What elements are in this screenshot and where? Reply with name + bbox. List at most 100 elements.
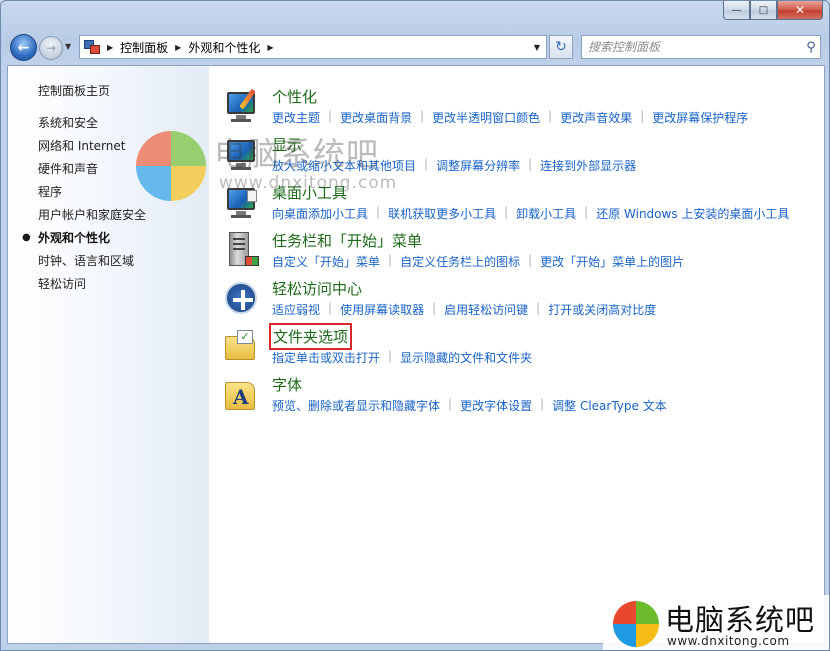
breadcrumb-control-panel[interactable]: 控制面板 bbox=[120, 39, 168, 56]
watermark-url: www.dnxitong.com bbox=[219, 173, 398, 193]
address-dropdown-icon[interactable]: ▼ bbox=[528, 36, 546, 58]
category-links: 适应弱视 | 使用屏幕读取器 | 启用轻松访问键 | 打开或关闭高对比度 bbox=[272, 301, 656, 318]
forward-arrow-icon[interactable]: → bbox=[39, 36, 63, 60]
site-logo: 电脑系统吧 www.dnxitong.com bbox=[603, 595, 829, 650]
link-separator: | bbox=[328, 301, 333, 315]
link-separator: | bbox=[528, 157, 533, 171]
link-resolution[interactable]: 调整屏幕分辨率 bbox=[436, 157, 520, 174]
sidebar-item-hardware-sound[interactable]: 硬件和声音 bbox=[38, 160, 98, 177]
category-taskbar: 任务栏和「开始」菜单 自定义「开始」菜单 | 自定义任务栏上的图标 | 更改「开始」… bbox=[223, 230, 823, 278]
logo-url: www.dnxitong.com bbox=[667, 634, 790, 648]
link-separator: | bbox=[528, 253, 533, 267]
link-screen-saver[interactable]: 更改屏幕保护程序 bbox=[652, 109, 748, 126]
category-folder-options: ✓ 文件夹选项 指定单击或双击打开 | 显示隐藏的文件和文件夹 bbox=[223, 323, 823, 374]
sidebar-item-home[interactable]: 控制面板主页 bbox=[38, 82, 110, 99]
caption-buttons: — □ ✕ bbox=[723, 1, 823, 20]
ease-of-access-icon[interactable] bbox=[223, 280, 263, 320]
watermark-logo-icon bbox=[136, 131, 206, 201]
close-button[interactable]: ✕ bbox=[777, 1, 823, 20]
link-cleartype[interactable]: 调整 ClearType 文本 bbox=[552, 397, 667, 414]
link-separator: | bbox=[388, 349, 393, 363]
sidebar-item-appearance[interactable]: 外观和个性化 bbox=[38, 229, 110, 246]
link-separator: | bbox=[584, 205, 589, 219]
active-bullet-icon: ● bbox=[22, 232, 31, 243]
minimize-button[interactable]: — bbox=[723, 1, 750, 20]
link-external-display[interactable]: 连接到外部显示器 bbox=[540, 157, 636, 174]
personalization-icon[interactable] bbox=[223, 88, 263, 128]
maximize-button[interactable]: □ bbox=[750, 1, 777, 20]
taskbar-icon[interactable] bbox=[223, 232, 263, 272]
breadcrumb-arrow-icon[interactable]: ▶ bbox=[267, 43, 273, 52]
search-icon[interactable]: ⚲ bbox=[802, 40, 820, 55]
search-input[interactable] bbox=[582, 37, 802, 57]
link-separator: | bbox=[376, 205, 381, 219]
breadcrumb-arrow-icon[interactable]: ▶ bbox=[107, 43, 113, 52]
link-high-contrast[interactable]: 打开或关闭高对比度 bbox=[548, 301, 656, 318]
search-box[interactable]: ⚲ bbox=[581, 35, 821, 59]
control-panel-icon bbox=[84, 40, 100, 54]
category-links: 指定单击或双击打开 | 显示隐藏的文件和文件夹 bbox=[272, 349, 532, 366]
windows-logo-icon bbox=[613, 601, 659, 647]
sidebar-item-network[interactable]: 网络和 Internet bbox=[38, 137, 125, 154]
link-separator: | bbox=[540, 397, 545, 411]
category-links: 更改主题 | 更改桌面背景 | 更改半透明窗口颜色 | 更改声音效果 | 更改屏幕保护程… bbox=[272, 109, 748, 126]
link-separator: | bbox=[432, 301, 437, 315]
link-change-background[interactable]: 更改桌面背景 bbox=[340, 109, 412, 126]
link-customize-start[interactable]: 自定义「开始」菜单 bbox=[272, 253, 380, 270]
link-get-more-gadgets[interactable]: 联机获取更多小工具 bbox=[388, 205, 496, 222]
link-restore-gadgets[interactable]: 还原 Windows 上安装的桌面小工具 bbox=[596, 205, 789, 222]
back-arrow-icon[interactable]: ← bbox=[10, 34, 37, 61]
sidebar-item-user-accounts[interactable]: 用户帐户和家庭安全 bbox=[38, 206, 146, 223]
link-separator: | bbox=[548, 109, 553, 123]
link-separator: | bbox=[536, 301, 541, 315]
sidebar-item-system-security[interactable]: 系统和安全 bbox=[38, 114, 98, 131]
category-ease-of-access: 轻松访问中心 适应弱视 | 使用屏幕读取器 | 启用轻松访问键 | 打开或关闭高对比度 bbox=[223, 278, 823, 326]
category-title[interactable]: 个性化 bbox=[272, 86, 317, 107]
link-uninstall-gadget[interactable]: 卸载小工具 bbox=[516, 205, 576, 222]
sidebar-item-ease-of-access[interactable]: 轻松访问 bbox=[38, 275, 86, 292]
link-font-settings[interactable]: 更改字体设置 bbox=[460, 397, 532, 414]
fonts-icon[interactable]: A bbox=[223, 376, 263, 416]
watermark-title: 电脑系统吧 bbox=[214, 135, 380, 173]
link-separator: | bbox=[328, 109, 333, 123]
link-show-hidden-files[interactable]: 显示隐藏的文件和文件夹 bbox=[400, 349, 532, 366]
link-taskbar-icons[interactable]: 自定义任务栏上的图标 bbox=[400, 253, 520, 270]
link-access-keys[interactable]: 启用轻松访问键 bbox=[444, 301, 528, 318]
link-screen-reader[interactable]: 使用屏幕读取器 bbox=[340, 301, 424, 318]
link-change-theme[interactable]: 更改主题 bbox=[272, 109, 320, 126]
category-links: 自定义「开始」菜单 | 自定义任务栏上的图标 | 更改「开始」菜单上的图片 bbox=[272, 253, 684, 270]
folder-options-icon[interactable]: ✓ bbox=[223, 328, 263, 368]
category-title[interactable]: 任务栏和「开始」菜单 bbox=[272, 230, 422, 251]
category-title[interactable]: 文件夹选项 bbox=[268, 323, 353, 350]
link-low-vision[interactable]: 适应弱视 bbox=[272, 301, 320, 318]
address-bar[interactable]: ▶ 控制面板 ▶ 外观和个性化 ▶ ▼ bbox=[79, 35, 547, 59]
link-sound-effects[interactable]: 更改声音效果 bbox=[560, 109, 632, 126]
logo-title: 电脑系统吧 bbox=[665, 603, 816, 637]
category-personalization: 个性化 更改主题 | 更改桌面背景 | 更改半透明窗口颜色 | 更改声音效果 | 更改屏… bbox=[223, 86, 823, 134]
recent-pages-dropdown-icon[interactable]: ▼ bbox=[65, 42, 71, 51]
refresh-icon[interactable]: ↻ bbox=[549, 35, 573, 59]
link-add-gadgets[interactable]: 向桌面添加小工具 bbox=[272, 205, 368, 222]
link-separator: | bbox=[448, 397, 453, 411]
control-panel-window: — □ ✕ ← → ▼ ▶ 控制面板 ▶ 外观和个性化 ▶ ▼ ↻ ⚲ 控制面板… bbox=[0, 0, 830, 651]
navigation-bar: ← → ▼ ▶ 控制面板 ▶ 外观和个性化 ▶ ▼ ↻ ⚲ bbox=[1, 31, 829, 63]
link-preview-fonts[interactable]: 预览、删除或者显示和隐藏字体 bbox=[272, 397, 440, 414]
link-separator: | bbox=[420, 109, 425, 123]
link-separator: | bbox=[504, 205, 509, 219]
category-links: 预览、删除或者显示和隐藏字体 | 更改字体设置 | 调整 ClearType 文本 bbox=[272, 397, 667, 414]
link-single-double-click[interactable]: 指定单击或双击打开 bbox=[272, 349, 380, 366]
category-fonts: A 字体 预览、删除或者显示和隐藏字体 | 更改字体设置 | 调整 ClearTyp… bbox=[223, 374, 823, 422]
breadcrumb-arrow-icon[interactable]: ▶ bbox=[175, 43, 181, 52]
breadcrumb-appearance[interactable]: 外观和个性化 bbox=[188, 39, 260, 56]
link-separator: | bbox=[640, 109, 645, 123]
category-links: 向桌面添加小工具 | 联机获取更多小工具 | 卸载小工具 | 还原 Windows 上… bbox=[272, 205, 789, 222]
category-title[interactable]: 轻松访问中心 bbox=[272, 278, 362, 299]
link-start-picture[interactable]: 更改「开始」菜单上的图片 bbox=[540, 253, 684, 270]
link-separator: | bbox=[388, 253, 393, 267]
link-separator: | bbox=[424, 157, 429, 171]
category-title[interactable]: 字体 bbox=[272, 374, 302, 395]
sidebar-item-programs[interactable]: 程序 bbox=[38, 183, 62, 200]
content-frame: 控制面板主页 系统和安全 网络和 Internet 硬件和声音 程序 用户帐户和… bbox=[7, 65, 825, 644]
link-window-color[interactable]: 更改半透明窗口颜色 bbox=[432, 109, 540, 126]
sidebar-item-clock-language[interactable]: 时钟、语言和区域 bbox=[38, 252, 134, 269]
